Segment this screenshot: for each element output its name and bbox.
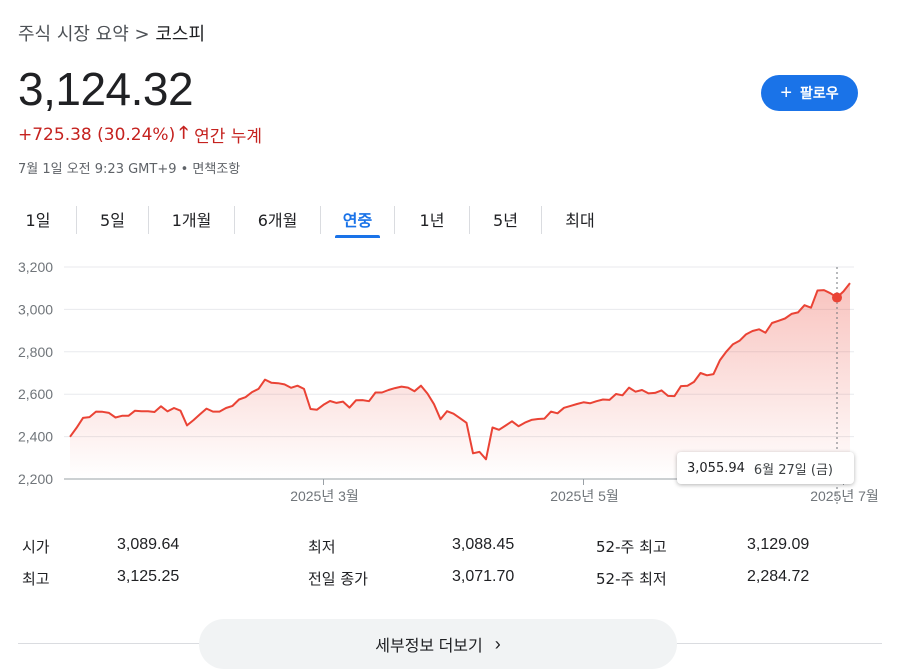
tab-label: 1년 bbox=[419, 211, 445, 230]
stat-value: 3,071.70 bbox=[452, 568, 515, 585]
change-period: 연간 누계 bbox=[194, 127, 263, 147]
tab-label: 최대 bbox=[565, 211, 595, 230]
more-details-label: 세부정보 더보기 bbox=[375, 638, 483, 655]
x-tick-label: 2025년 5월 bbox=[550, 488, 619, 504]
stat-value: 3,089.64 bbox=[117, 536, 180, 553]
tab-max[interactable]: 최대 bbox=[542, 198, 618, 240]
plus-icon: + bbox=[780, 82, 793, 104]
tab-ytd[interactable]: 연중 bbox=[321, 198, 394, 240]
chart-tooltip: 3,055.94 6월 27일 (금) bbox=[677, 452, 854, 484]
y-tick-label: 2,400 bbox=[18, 429, 53, 445]
y-axis-ticks: 3,200 3,000 2,800 2,600 2,400 2,200 bbox=[18, 259, 53, 487]
tooltip-value: 3,055.94 bbox=[687, 460, 745, 476]
x-tick-label: 2025년 3월 bbox=[290, 488, 359, 504]
stat-label: 최고 bbox=[22, 570, 50, 588]
stat-value: 3,129.09 bbox=[747, 536, 810, 553]
stat-value: 3,088.45 bbox=[452, 536, 515, 553]
tab-label: 5일 bbox=[100, 211, 125, 230]
tab-label: 연중 bbox=[342, 211, 373, 230]
tab-1y[interactable]: 1년 bbox=[395, 198, 469, 240]
tab-1d[interactable]: 1일 bbox=[0, 198, 76, 240]
tab-label: 5년 bbox=[493, 211, 518, 230]
breadcrumb-current: 코스피 bbox=[155, 24, 206, 45]
tab-1m[interactable]: 1개월 bbox=[149, 198, 234, 240]
stat-label: 52-주 최저 bbox=[596, 570, 667, 588]
hover-point bbox=[832, 292, 842, 303]
breadcrumb-parent[interactable]: 주식 시장 요약 bbox=[18, 24, 129, 45]
follow-button-label: 팔로우 bbox=[800, 85, 839, 101]
y-tick-label: 3,200 bbox=[18, 259, 53, 275]
price-change: +725.38 (30.24%) 🡑 연간 누계 bbox=[18, 120, 262, 149]
stat-value: 3,125.25 bbox=[117, 568, 180, 585]
range-tabs: 1일 5일 1개월 6개월 연중 1년 5년 최대 bbox=[0, 198, 618, 242]
y-tick-label: 3,000 bbox=[18, 301, 53, 317]
breadcrumb-separator: > bbox=[134, 24, 150, 45]
y-tick-label: 2,800 bbox=[18, 344, 53, 360]
stat-label: 52-주 최고 bbox=[596, 538, 667, 556]
stat-label: 시가 bbox=[22, 538, 50, 556]
quote-timestamp: 7월 1일 오전 9:23 GMT+9 • 면책조항 bbox=[18, 162, 241, 177]
breadcrumb: 주식 시장 요약 > 코스피 bbox=[18, 20, 205, 46]
tab-6m[interactable]: 6개월 bbox=[235, 198, 320, 240]
more-details-button[interactable]: 세부정보 더보기 › bbox=[199, 619, 677, 669]
y-tick-label: 2,600 bbox=[18, 386, 53, 402]
tab-label: 1일 bbox=[25, 211, 51, 230]
current-price: 3,124.32 bbox=[18, 63, 194, 115]
x-tick-label: 2025년 7월 bbox=[810, 488, 879, 504]
tab-label: 1개월 bbox=[171, 211, 212, 230]
stat-label: 최저 bbox=[308, 538, 336, 556]
follow-button[interactable]: + 팔로우 bbox=[761, 75, 858, 111]
tab-label: 6개월 bbox=[257, 211, 298, 230]
chevron-right-icon: › bbox=[494, 633, 501, 654]
price-area bbox=[70, 283, 850, 479]
y-tick-label: 2,200 bbox=[18, 471, 53, 487]
tab-5y[interactable]: 5년 bbox=[470, 198, 541, 240]
arrow-up-icon: 🡑 bbox=[179, 123, 189, 143]
stat-label: 전일 종가 bbox=[308, 570, 368, 588]
tooltip-date: 6월 27일 (금) bbox=[753, 462, 833, 478]
tab-5d[interactable]: 5일 bbox=[77, 198, 148, 240]
change-value: +725.38 (30.24%) bbox=[18, 124, 176, 145]
stat-value: 2,284.72 bbox=[747, 568, 810, 585]
